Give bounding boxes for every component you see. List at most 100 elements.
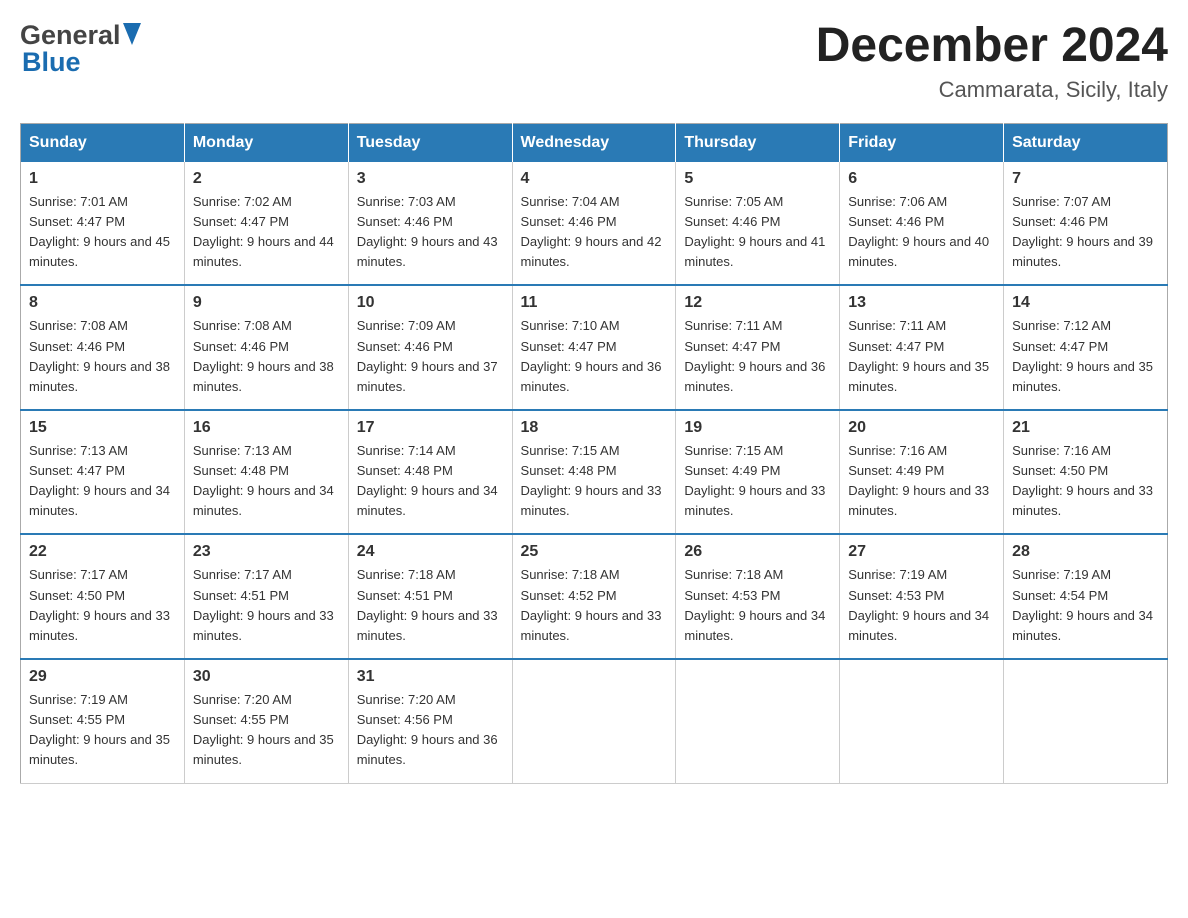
day-info: Sunrise: 7:11 AMSunset: 4:47 PMDaylight:…	[848, 316, 995, 397]
logo-arrow-icon	[123, 23, 141, 50]
calendar-cell: 29 Sunrise: 7:19 AMSunset: 4:55 PMDayligh…	[21, 659, 185, 783]
day-number: 26	[684, 543, 831, 561]
day-info: Sunrise: 7:20 AMSunset: 4:56 PMDaylight:…	[357, 690, 504, 771]
day-info: Sunrise: 7:06 AMSunset: 4:46 PMDaylight:…	[848, 192, 995, 273]
day-info: Sunrise: 7:02 AMSunset: 4:47 PMDaylight:…	[193, 192, 340, 273]
day-info: Sunrise: 7:01 AMSunset: 4:47 PMDaylight:…	[29, 192, 176, 273]
day-number: 24	[357, 543, 504, 561]
calendar-cell: 3 Sunrise: 7:03 AMSunset: 4:46 PMDaylight…	[348, 162, 512, 286]
day-header-sunday: Sunday	[21, 123, 185, 162]
day-header-saturday: Saturday	[1004, 123, 1168, 162]
day-number: 21	[1012, 419, 1159, 437]
calendar-cell: 18Sunrise: 7:15 AMSunset: 4:48 PMDayligh…	[512, 410, 676, 535]
day-number: 12	[684, 294, 831, 312]
calendar-cell	[676, 659, 840, 783]
day-number: 15	[29, 419, 176, 437]
calendar-cell: 22 Sunrise: 7:17 AMSunset: 4:50 PMDayligh…	[21, 534, 185, 659]
calendar-cell: 11 Sunrise: 7:10 AMSunset: 4:47 PMDayligh…	[512, 285, 676, 410]
day-number: 3	[357, 170, 504, 188]
day-info: Sunrise: 7:18 AMSunset: 4:53 PMDaylight:…	[684, 565, 831, 646]
calendar-cell: 4Sunrise: 7:04 AMSunset: 4:46 PMDaylight…	[512, 162, 676, 286]
day-info: Sunrise: 7:16 AMSunset: 4:50 PMDaylight:…	[1012, 441, 1159, 522]
day-number: 29	[29, 668, 176, 686]
day-info: Sunrise: 7:05 AMSunset: 4:46 PMDaylight:…	[684, 192, 831, 273]
calendar-cell: 31 Sunrise: 7:20 AMSunset: 4:56 PMDayligh…	[348, 659, 512, 783]
calendar-cell: 12 Sunrise: 7:11 AMSunset: 4:47 PMDayligh…	[676, 285, 840, 410]
calendar-cell: 21 Sunrise: 7:16 AMSunset: 4:50 PMDayligh…	[1004, 410, 1168, 535]
day-number: 23	[193, 543, 340, 561]
day-number: 28	[1012, 543, 1159, 561]
logo: General Blue	[20, 20, 141, 78]
calendar-cell: 6 Sunrise: 7:06 AMSunset: 4:46 PMDaylight…	[840, 162, 1004, 286]
week-row-1: 1 Sunrise: 7:01 AMSunset: 4:47 PMDaylight…	[21, 162, 1168, 286]
day-info: Sunrise: 7:07 AMSunset: 4:46 PMDaylight:…	[1012, 192, 1159, 273]
day-info: Sunrise: 7:04 AMSunset: 4:46 PMDaylight:…	[521, 192, 668, 273]
day-number: 8	[29, 294, 176, 312]
day-number: 6	[848, 170, 995, 188]
day-number: 22	[29, 543, 176, 561]
calendar-cell: 9 Sunrise: 7:08 AMSunset: 4:46 PMDaylight…	[184, 285, 348, 410]
day-info: Sunrise: 7:17 AMSunset: 4:51 PMDaylight:…	[193, 565, 340, 646]
day-info: Sunrise: 7:17 AMSunset: 4:50 PMDaylight:…	[29, 565, 176, 646]
day-info: Sunrise: 7:08 AMSunset: 4:46 PMDaylight:…	[29, 316, 176, 397]
day-info: Sunrise: 7:03 AMSunset: 4:46 PMDaylight:…	[357, 192, 504, 273]
day-number: 2	[193, 170, 340, 188]
page-header: General Blue December 2024 Cammarata, Si…	[20, 20, 1168, 103]
day-info: Sunrise: 7:19 AMSunset: 4:55 PMDaylight:…	[29, 690, 176, 771]
calendar-cell: 7 Sunrise: 7:07 AMSunset: 4:46 PMDaylight…	[1004, 162, 1168, 286]
day-info: Sunrise: 7:10 AMSunset: 4:47 PMDaylight:…	[521, 316, 668, 397]
logo-blue-text: Blue	[22, 47, 81, 78]
calendar-cell	[840, 659, 1004, 783]
day-info: Sunrise: 7:15 AMSunset: 4:48 PMDaylight:…	[521, 441, 668, 522]
day-header-wednesday: Wednesday	[512, 123, 676, 162]
location-label: Cammarata, Sicily, Italy	[816, 77, 1168, 103]
day-number: 1	[29, 170, 176, 188]
calendar-cell: 28 Sunrise: 7:19 AMSunset: 4:54 PMDayligh…	[1004, 534, 1168, 659]
calendar-cell: 25 Sunrise: 7:18 AMSunset: 4:52 PMDayligh…	[512, 534, 676, 659]
day-info: Sunrise: 7:18 AMSunset: 4:51 PMDaylight:…	[357, 565, 504, 646]
calendar-cell: 27Sunrise: 7:19 AMSunset: 4:53 PMDayligh…	[840, 534, 1004, 659]
calendar-cell: 14Sunrise: 7:12 AMSunset: 4:47 PMDayligh…	[1004, 285, 1168, 410]
day-info: Sunrise: 7:19 AMSunset: 4:53 PMDaylight:…	[848, 565, 995, 646]
calendar-cell: 13Sunrise: 7:11 AMSunset: 4:47 PMDayligh…	[840, 285, 1004, 410]
day-number: 31	[357, 668, 504, 686]
day-number: 10	[357, 294, 504, 312]
day-info: Sunrise: 7:16 AMSunset: 4:49 PMDaylight:…	[848, 441, 995, 522]
day-info: Sunrise: 7:08 AMSunset: 4:46 PMDaylight:…	[193, 316, 340, 397]
day-number: 25	[521, 543, 668, 561]
day-header-tuesday: Tuesday	[348, 123, 512, 162]
day-info: Sunrise: 7:12 AMSunset: 4:47 PMDaylight:…	[1012, 316, 1159, 397]
day-header-thursday: Thursday	[676, 123, 840, 162]
month-title: December 2024	[816, 20, 1168, 73]
calendar-cell	[1004, 659, 1168, 783]
day-info: Sunrise: 7:19 AMSunset: 4:54 PMDaylight:…	[1012, 565, 1159, 646]
day-number: 20	[848, 419, 995, 437]
week-row-3: 15Sunrise: 7:13 AMSunset: 4:47 PMDayligh…	[21, 410, 1168, 535]
week-row-4: 22 Sunrise: 7:17 AMSunset: 4:50 PMDayligh…	[21, 534, 1168, 659]
calendar-cell: 23 Sunrise: 7:17 AMSunset: 4:51 PMDayligh…	[184, 534, 348, 659]
calendar-cell: 26 Sunrise: 7:18 AMSunset: 4:53 PMDayligh…	[676, 534, 840, 659]
day-number: 16	[193, 419, 340, 437]
day-number: 5	[684, 170, 831, 188]
day-info: Sunrise: 7:09 AMSunset: 4:46 PMDaylight:…	[357, 316, 504, 397]
day-info: Sunrise: 7:11 AMSunset: 4:47 PMDaylight:…	[684, 316, 831, 397]
day-info: Sunrise: 7:18 AMSunset: 4:52 PMDaylight:…	[521, 565, 668, 646]
day-number: 19	[684, 419, 831, 437]
day-number: 11	[521, 294, 668, 312]
day-number: 17	[357, 419, 504, 437]
day-header-friday: Friday	[840, 123, 1004, 162]
week-row-5: 29 Sunrise: 7:19 AMSunset: 4:55 PMDayligh…	[21, 659, 1168, 783]
calendar-cell: 30Sunrise: 7:20 AMSunset: 4:55 PMDayligh…	[184, 659, 348, 783]
calendar-cell: 2 Sunrise: 7:02 AMSunset: 4:47 PMDaylight…	[184, 162, 348, 286]
calendar-cell: 24 Sunrise: 7:18 AMSunset: 4:51 PMDayligh…	[348, 534, 512, 659]
calendar-cell: 1 Sunrise: 7:01 AMSunset: 4:47 PMDaylight…	[21, 162, 185, 286]
day-header-row: SundayMondayTuesdayWednesdayThursdayFrid…	[21, 123, 1168, 162]
day-info: Sunrise: 7:14 AMSunset: 4:48 PMDaylight:…	[357, 441, 504, 522]
week-row-2: 8 Sunrise: 7:08 AMSunset: 4:46 PMDaylight…	[21, 285, 1168, 410]
calendar-cell: 10 Sunrise: 7:09 AMSunset: 4:46 PMDayligh…	[348, 285, 512, 410]
day-header-monday: Monday	[184, 123, 348, 162]
calendar-cell: 5 Sunrise: 7:05 AMSunset: 4:46 PMDaylight…	[676, 162, 840, 286]
calendar-cell: 20 Sunrise: 7:16 AMSunset: 4:49 PMDayligh…	[840, 410, 1004, 535]
day-number: 7	[1012, 170, 1159, 188]
day-number: 9	[193, 294, 340, 312]
